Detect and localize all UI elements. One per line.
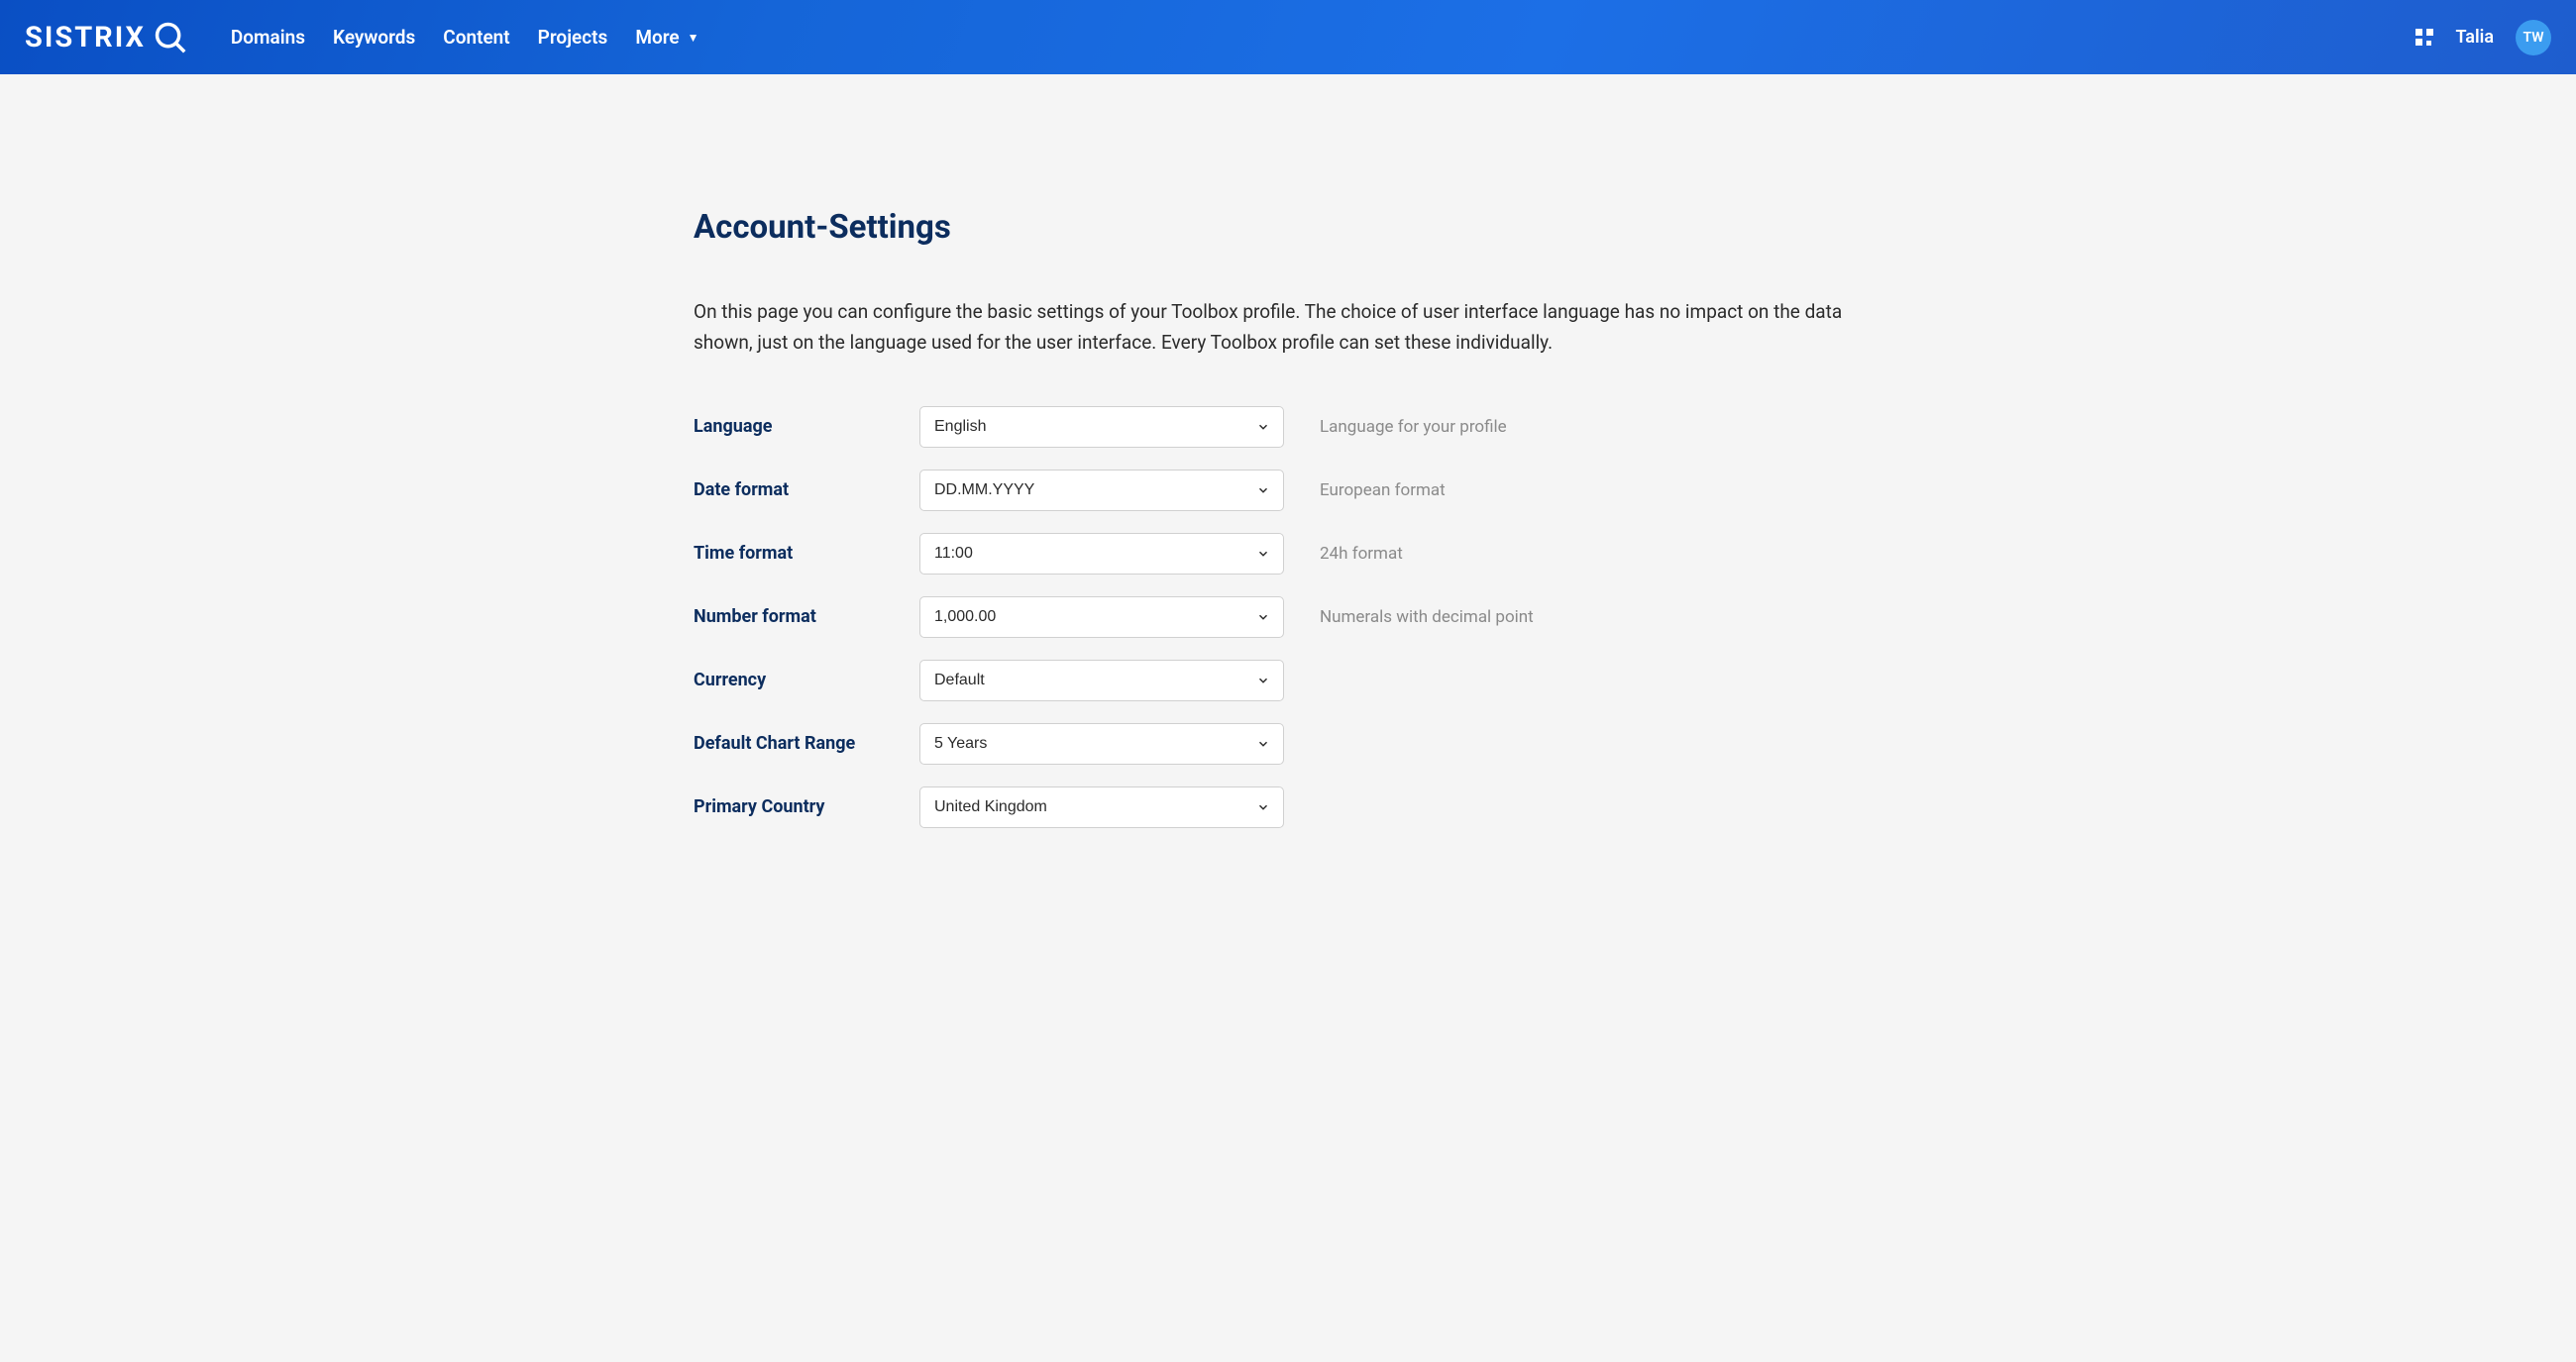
- header-left: SISTRIX Domains Keywords Content Project…: [25, 19, 698, 56]
- nav-keywords[interactable]: Keywords: [333, 26, 415, 49]
- header-right: Talia TW: [2415, 20, 2551, 55]
- select-wrapper-date-format: DD.MM.YYYY: [919, 470, 1284, 511]
- time-format-select[interactable]: 11:00: [919, 533, 1284, 575]
- hint-language: Language for your profile: [1320, 417, 1507, 437]
- row-time-format: Time format 11:00 24h format: [694, 533, 1882, 575]
- page-title: Account-Settings: [694, 208, 1882, 247]
- nav-content[interactable]: Content: [443, 26, 509, 49]
- hint-number-format: Numerals with decimal point: [1320, 607, 1534, 627]
- username[interactable]: Talia: [2455, 27, 2494, 48]
- row-number-format: Number format 1,000.00 Numerals with dec…: [694, 596, 1882, 638]
- hint-time-format: 24h format: [1320, 544, 1403, 564]
- nav-domains[interactable]: Domains: [231, 26, 305, 49]
- select-wrapper-time-format: 11:00: [919, 533, 1284, 575]
- select-wrapper-primary-country: United Kingdom: [919, 786, 1284, 828]
- caret-down-icon: ▼: [688, 31, 699, 45]
- nav-more[interactable]: More ▼: [635, 26, 698, 49]
- select-wrapper-default-chart-range: 5 Years: [919, 723, 1284, 765]
- main-content: Account-Settings On this page you can co…: [674, 74, 1902, 890]
- primary-country-select[interactable]: United Kingdom: [919, 786, 1284, 828]
- logo[interactable]: SISTRIX: [25, 19, 189, 56]
- default-chart-range-select[interactable]: 5 Years: [919, 723, 1284, 765]
- label-language: Language: [694, 416, 919, 437]
- nav-more-label: More: [635, 26, 679, 49]
- select-wrapper-number-format: 1,000.00: [919, 596, 1284, 638]
- select-wrapper-currency: Default: [919, 660, 1284, 701]
- number-format-select[interactable]: 1,000.00: [919, 596, 1284, 638]
- label-date-format: Date format: [694, 479, 919, 500]
- apps-grid-icon[interactable]: [2415, 29, 2433, 47]
- language-select[interactable]: English: [919, 406, 1284, 448]
- select-wrapper-language: English: [919, 406, 1284, 448]
- row-date-format: Date format DD.MM.YYYY European format: [694, 470, 1882, 511]
- hint-date-format: European format: [1320, 480, 1446, 500]
- avatar[interactable]: TW: [2516, 20, 2551, 55]
- row-language: Language English Language for your profi…: [694, 406, 1882, 448]
- label-number-format: Number format: [694, 606, 919, 627]
- label-default-chart-range: Default Chart Range: [694, 733, 919, 754]
- logo-text: SISTRIX: [25, 21, 146, 54]
- label-primary-country: Primary Country: [694, 796, 919, 817]
- label-currency: Currency: [694, 670, 919, 690]
- top-header: SISTRIX Domains Keywords Content Project…: [0, 0, 2576, 74]
- search-icon: [152, 19, 189, 56]
- currency-select[interactable]: Default: [919, 660, 1284, 701]
- date-format-select[interactable]: DD.MM.YYYY: [919, 470, 1284, 511]
- nav-projects[interactable]: Projects: [538, 26, 608, 49]
- page-description: On this page you can configure the basic…: [694, 296, 1882, 359]
- label-time-format: Time format: [694, 543, 919, 564]
- row-default-chart-range: Default Chart Range 5 Years: [694, 723, 1882, 765]
- row-currency: Currency Default: [694, 660, 1882, 701]
- row-primary-country: Primary Country United Kingdom: [694, 786, 1882, 828]
- main-nav: Domains Keywords Content Projects More ▼: [231, 26, 699, 49]
